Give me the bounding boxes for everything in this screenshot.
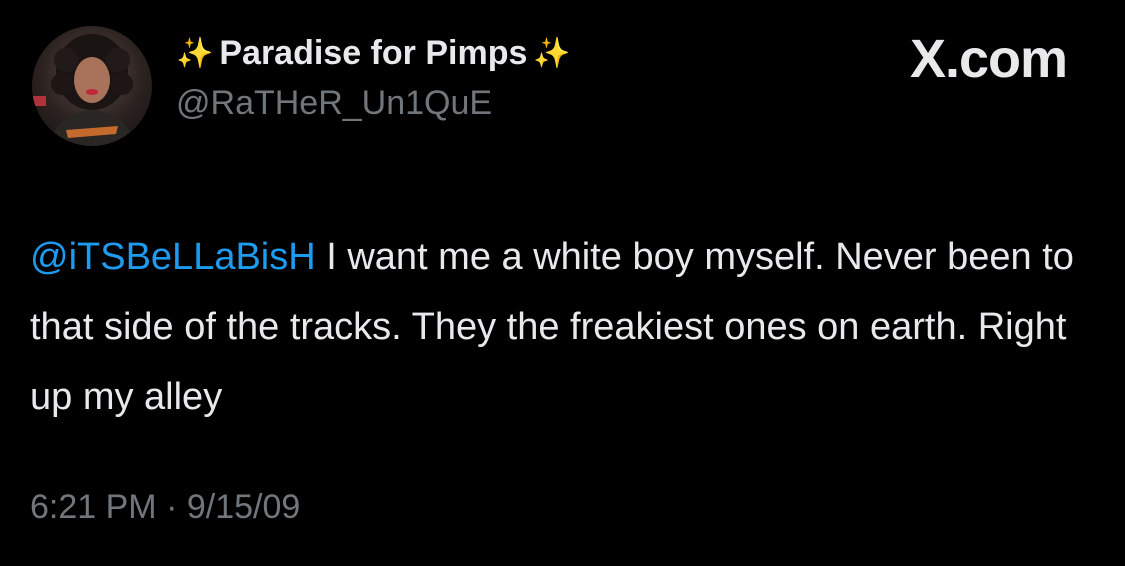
user-handle[interactable]: @RaTHeR_Un1QuE — [176, 84, 492, 123]
avatar[interactable] — [32, 26, 152, 146]
profile-photo-icon — [32, 34, 134, 146]
x-logo: X.com — [909, 29, 1068, 89]
timestamp[interactable]: 6:21 PM · 9/15/09 — [30, 488, 300, 527]
mention-link[interactable]: @iTSBeLLaBisH — [30, 236, 316, 278]
tweet-text: @iTSBeLLaBisH I want me a white boy myse… — [30, 222, 1090, 432]
sparkles-icon: ✨ — [533, 36, 571, 70]
tweet-card: ✨ Paradise for Pimps ✨ @RaTHeR_Un1QuE X.… — [0, 0, 1125, 566]
display-name[interactable]: ✨ Paradise for Pimps ✨ — [176, 34, 571, 73]
sparkles-icon: ✨ — [176, 36, 214, 70]
display-name-text: Paradise for Pimps — [219, 34, 528, 72]
